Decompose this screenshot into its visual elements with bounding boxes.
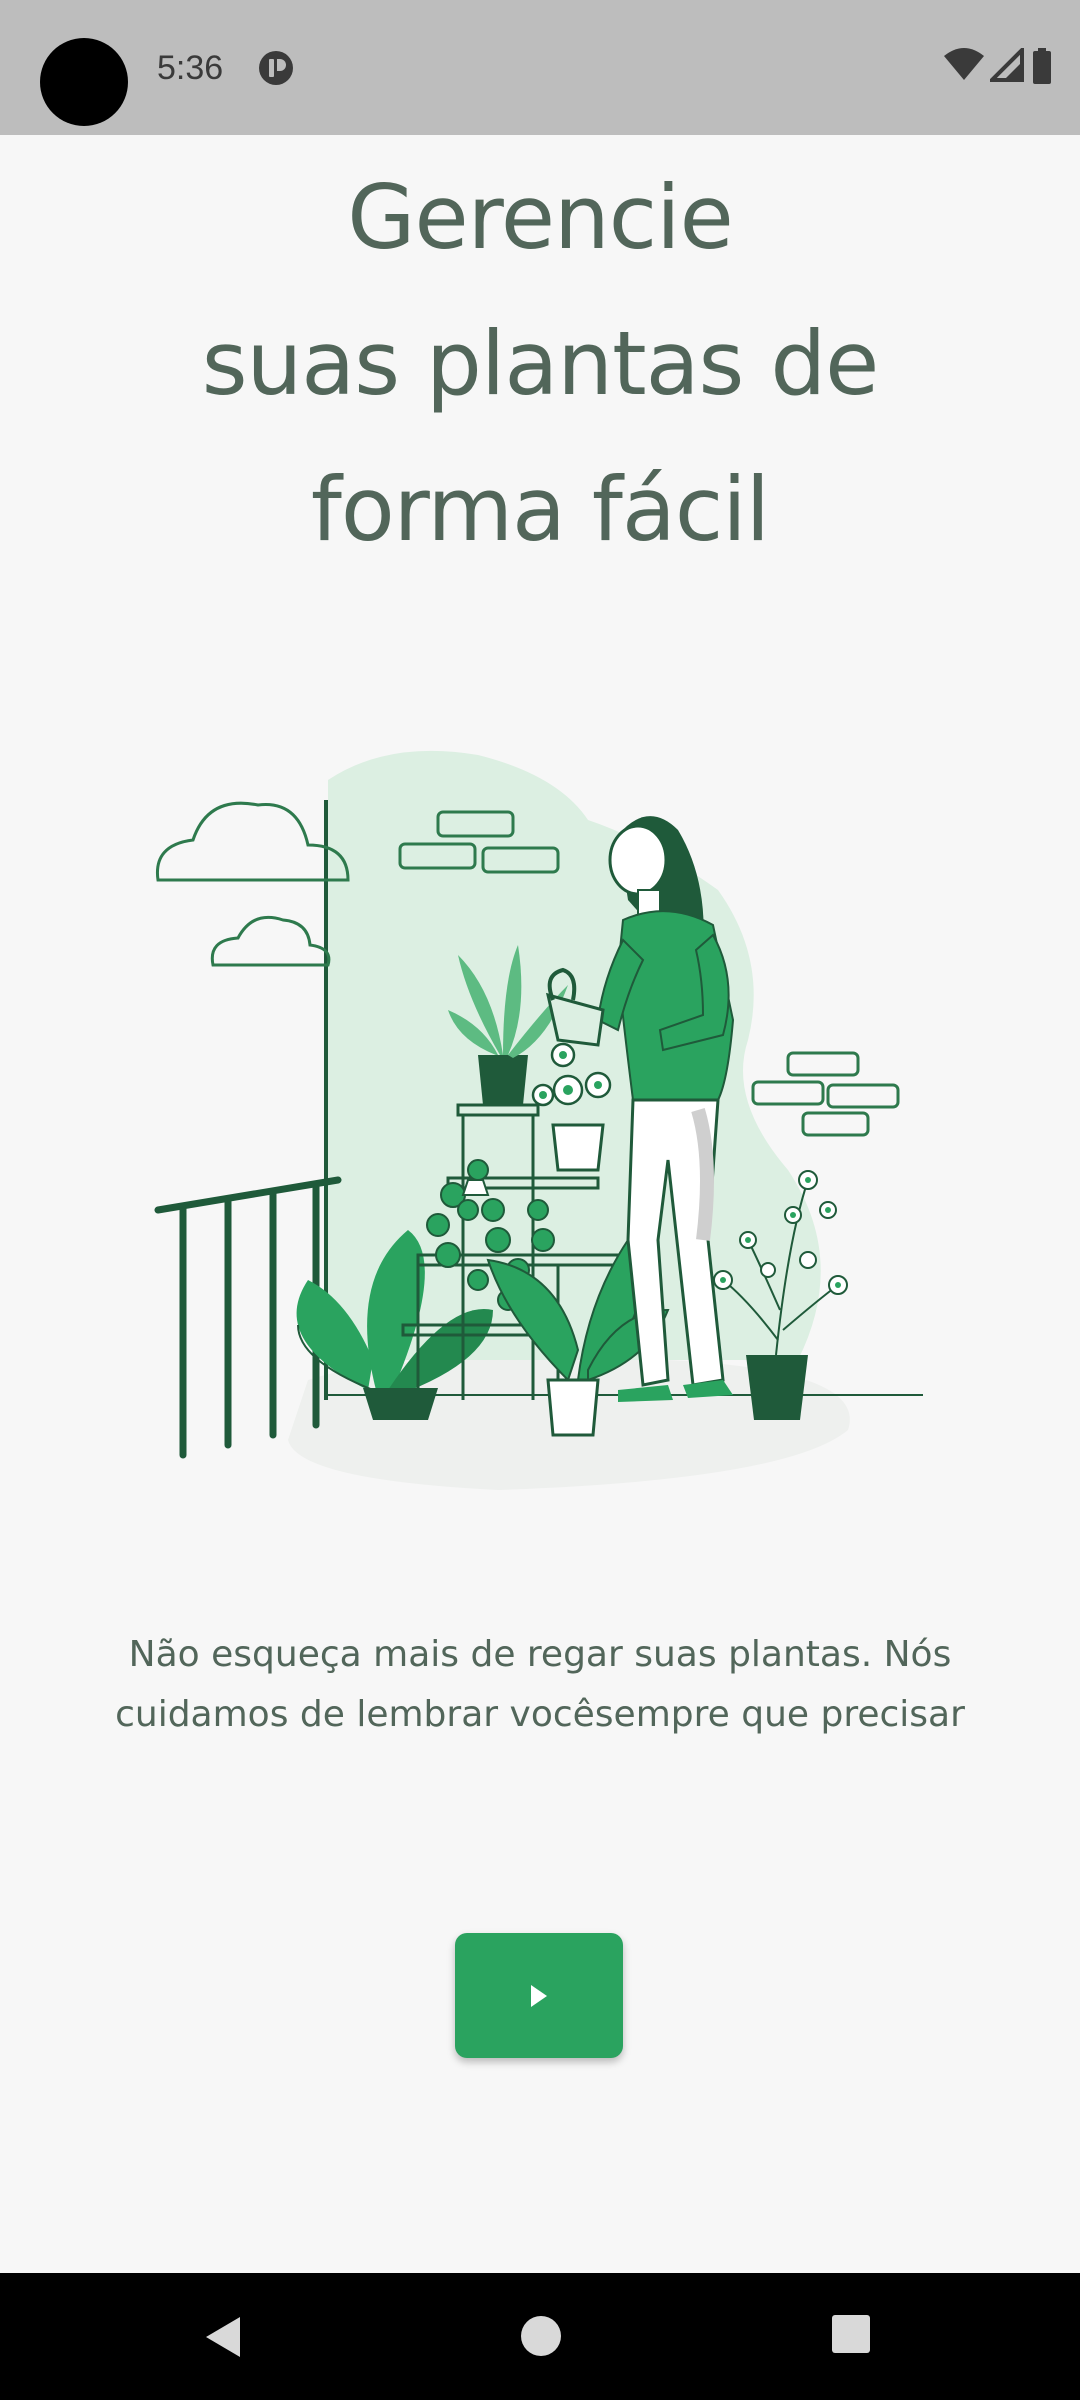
headline-line-1: Gerencie (347, 166, 733, 269)
back-icon[interactable] (200, 2313, 248, 2361)
system-navigation-bar (0, 2273, 1080, 2400)
battery-icon (1033, 48, 1051, 84)
headline-line-2: suas plantas de (201, 312, 880, 415)
page-title: Gerencie suas plantas de forma fácil (0, 145, 1080, 583)
signal-icon (990, 48, 1024, 82)
status-time: 5:36 (157, 49, 224, 87)
status-bar: 5:36 (0, 0, 1080, 135)
home-icon[interactable] (518, 2313, 564, 2359)
next-button[interactable] (455, 1933, 623, 2058)
play-arrow-icon (531, 1984, 547, 2007)
camera-cutout (40, 38, 128, 126)
recents-icon[interactable] (830, 2313, 872, 2355)
onboarding-description: Não esqueça mais de regar suas plantas. … (115, 1634, 965, 1735)
notification-app-icon (259, 51, 293, 85)
headline-line-3: forma fácil (310, 458, 770, 561)
wifi-icon (944, 48, 984, 80)
plant-care-illustration (154, 750, 923, 1490)
